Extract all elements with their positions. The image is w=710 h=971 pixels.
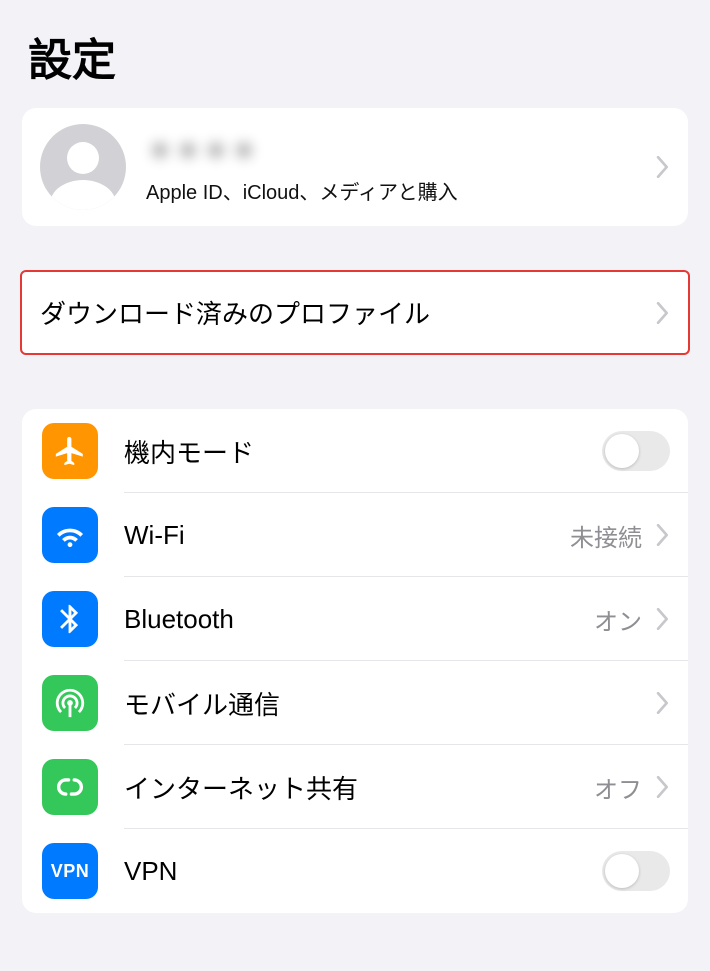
downloaded-profile-label: ダウンロード済みのプロファイル: [40, 294, 648, 331]
cellular-icon: [42, 675, 98, 731]
profile-subtitle: Apple ID、iCloud、メディアと購入: [146, 176, 648, 205]
row-label: モバイル通信: [98, 685, 648, 722]
profile-text: ＊＊＊＊ Apple ID、iCloud、メディアと購入: [126, 130, 648, 205]
wifi-icon: [42, 507, 98, 563]
avatar-icon: [40, 124, 126, 210]
row-hotspot[interactable]: インターネット共有 オフ: [22, 745, 688, 829]
row-value: オン: [594, 602, 642, 637]
row-label: Wi-Fi: [98, 520, 570, 551]
hotspot-icon: [42, 759, 98, 815]
row-label: 機内モード: [98, 433, 602, 470]
settings-list: 機内モード Wi-Fi 未接続 Bluetooth オン モバイル通信: [22, 409, 688, 913]
chevron-right-icon: [656, 776, 670, 798]
chevron-right-icon: [656, 156, 670, 178]
row-value: オフ: [594, 770, 642, 805]
profile-row[interactable]: ＊＊＊＊ Apple ID、iCloud、メディアと購入: [22, 108, 688, 226]
row-airplane-mode[interactable]: 機内モード: [22, 409, 688, 493]
airplane-toggle[interactable]: [602, 431, 670, 471]
downloaded-profile-card: ダウンロード済みのプロファイル: [20, 270, 690, 355]
profile-card: ＊＊＊＊ Apple ID、iCloud、メディアと購入: [22, 108, 688, 226]
row-value: 未接続: [570, 518, 642, 553]
row-wifi[interactable]: Wi-Fi 未接続: [22, 493, 688, 577]
row-bluetooth[interactable]: Bluetooth オン: [22, 577, 688, 661]
airplane-icon: [42, 423, 98, 479]
downloaded-profile-row[interactable]: ダウンロード済みのプロファイル: [22, 272, 688, 353]
chevron-right-icon: [656, 302, 670, 324]
row-label: Bluetooth: [98, 604, 594, 635]
vpn-toggle[interactable]: [602, 851, 670, 891]
chevron-right-icon: [656, 524, 670, 546]
vpn-icon: VPN: [42, 843, 98, 899]
row-label: インターネット共有: [98, 769, 594, 806]
chevron-right-icon: [656, 692, 670, 714]
row-label: VPN: [98, 856, 602, 887]
page-title: 設定: [0, 0, 710, 108]
profile-name: ＊＊＊＊: [146, 130, 648, 170]
row-vpn[interactable]: VPN VPN: [22, 829, 688, 913]
row-cellular[interactable]: モバイル通信: [22, 661, 688, 745]
bluetooth-icon: [42, 591, 98, 647]
chevron-right-icon: [656, 608, 670, 630]
